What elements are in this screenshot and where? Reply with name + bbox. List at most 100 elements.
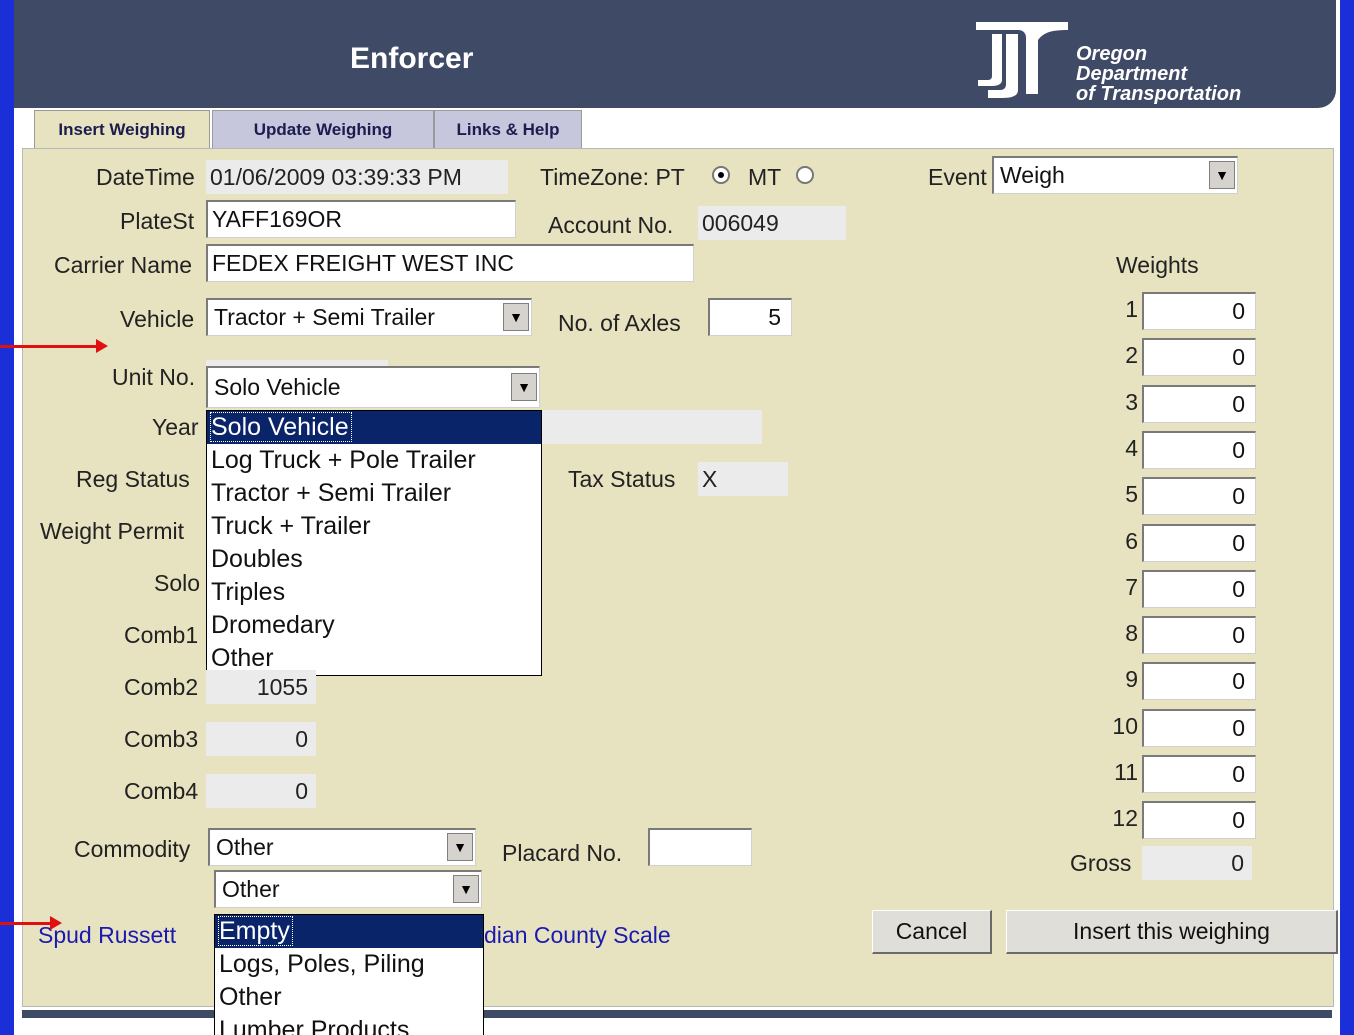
odot-logo-icon (976, 22, 1068, 98)
tab-insert-weighing[interactable]: Insert Weighing (34, 110, 210, 151)
chevron-down-icon[interactable]: ▼ (503, 303, 529, 331)
weight-input[interactable]: 0 (1142, 292, 1256, 330)
unit-select-value: Solo Vehicle (214, 374, 341, 400)
tab-update-weighing[interactable]: Update Weighing (212, 110, 434, 150)
org-name: Oregon Department of Transportation (1076, 44, 1241, 104)
comb3-value: 0 (206, 722, 316, 756)
weight-axle-label: 11 (1114, 759, 1138, 785)
comb2-label: Comb2 (124, 674, 199, 700)
commodity-option[interactable]: Empty (215, 915, 483, 948)
datetime-label: DateTime (96, 164, 195, 190)
weight-axle-label: 8 (1125, 620, 1138, 646)
account-value: 006049 (698, 206, 846, 240)
comb4-value: 0 (206, 774, 316, 808)
weight-input[interactable]: 0 (1142, 431, 1256, 469)
org-line-1: Oregon (1076, 43, 1148, 65)
platest-input[interactable]: YAFF169OR (206, 200, 516, 238)
chevron-down-icon[interactable]: ▼ (453, 875, 479, 903)
year-value (542, 410, 762, 444)
gross-label: Gross (1070, 850, 1132, 876)
unit-option[interactable]: Solo Vehicle (207, 411, 541, 444)
commodity-select-value: Other (216, 834, 274, 860)
chevron-down-icon[interactable]: ▼ (511, 373, 537, 401)
axles-input[interactable]: 5 (708, 298, 792, 336)
weight-input[interactable]: 0 (1142, 524, 1256, 562)
weight-input[interactable]: 0 (1142, 616, 1256, 654)
weight-input[interactable]: 0 (1142, 709, 1256, 747)
comb4-label: Comb4 (124, 778, 199, 804)
commodity-option[interactable]: Logs, Poles, Piling (215, 948, 483, 981)
app-header: Enforcer Oregon Department of Transporta… (14, 0, 1336, 108)
weight-input[interactable]: 0 (1142, 662, 1256, 700)
org-line-3: of Transportation (1076, 83, 1242, 105)
placard-input[interactable] (648, 828, 752, 866)
tz-pt-radio[interactable] (712, 166, 730, 184)
chevron-down-icon[interactable]: ▼ (1209, 161, 1235, 189)
insert-weighing-button[interactable]: Insert this weighing (1006, 910, 1338, 954)
unit-label: Unit No. (112, 364, 196, 390)
unit-select[interactable]: Solo Vehicle ▼ (206, 366, 540, 408)
weight-input[interactable]: 0 (1142, 385, 1256, 423)
weight-permit-label: Weight Permit (40, 518, 185, 544)
annotation-arrow (0, 339, 108, 353)
weight-input[interactable]: 0 (1142, 801, 1256, 839)
unit-option[interactable]: Truck + Trailer (207, 510, 541, 543)
weight-axle-label: 2 (1125, 342, 1138, 368)
event-select-value: Weigh (1000, 162, 1065, 188)
unit-option[interactable]: Dromedary (207, 609, 541, 642)
org-line-2: Department (1076, 63, 1188, 85)
tz-mt-radio[interactable] (796, 166, 814, 184)
carrier-input[interactable]: FEDEX FREIGHT WEST INC (206, 244, 694, 282)
weight-input[interactable]: 0 (1142, 338, 1256, 376)
cancel-button[interactable]: Cancel (872, 910, 992, 954)
vehicle-select-value: Tractor + Semi Trailer (214, 304, 435, 330)
commodity-sub-select[interactable]: Other ▼ (214, 870, 482, 908)
unit-option[interactable]: Doubles (207, 543, 541, 576)
tz-mt-label: MT (748, 164, 782, 190)
weight-axle-label: 7 (1125, 574, 1138, 600)
axles-label: No. of Axles (558, 310, 681, 336)
commodity-sub-select-value: Other (222, 876, 280, 902)
account-label: Account No. (548, 212, 674, 238)
event-label: Event (928, 164, 987, 190)
scale-link[interactable]: dian County Scale (484, 922, 671, 949)
unit-option[interactable]: Log Truck + Pole Trailer (207, 444, 541, 477)
unit-dropdown-list: Solo Vehicle Log Truck + Pole Trailer Tr… (206, 410, 542, 676)
datetime-value: 01/06/2009 03:39:33 PM (206, 160, 508, 194)
weight-axle-label: 3 (1125, 389, 1138, 415)
comb3-label: Comb3 (124, 726, 199, 752)
weight-axle-label: 12 (1112, 805, 1138, 831)
tax-status-value: X (698, 462, 788, 496)
carrier-label: Carrier Name (54, 252, 193, 278)
vehicle-select[interactable]: Tractor + Semi Trailer ▼ (206, 298, 532, 336)
weight-axle-label: 1 (1125, 296, 1138, 322)
year-label: Year (152, 414, 199, 440)
weights-title: Weights (1116, 252, 1199, 278)
tax-status-label: Tax Status (568, 466, 676, 492)
unit-option[interactable]: Triples (207, 576, 541, 609)
placard-label: Placard No. (502, 840, 623, 866)
annotation-arrow (0, 916, 62, 930)
unit-option[interactable]: Tractor + Semi Trailer (207, 477, 541, 510)
timezone-label: TimeZone: PT (540, 164, 685, 190)
weight-axle-label: 6 (1125, 528, 1138, 554)
platest-label: PlateSt (120, 208, 195, 234)
commodity-option[interactable]: Lumber Products (215, 1014, 483, 1035)
tab-links-help[interactable]: Links & Help (434, 110, 582, 150)
commodity-label: Commodity (74, 836, 191, 862)
weight-input[interactable]: 0 (1142, 477, 1256, 515)
app-title: Enforcer (350, 42, 474, 75)
reg-status-label: Reg Status (76, 466, 190, 492)
comb2-value: 1055 (206, 670, 316, 704)
weight-input[interactable]: 0 (1142, 755, 1256, 793)
weight-axle-label: 9 (1125, 666, 1138, 692)
chevron-down-icon[interactable]: ▼ (447, 833, 473, 861)
weight-input[interactable]: 0 (1142, 570, 1256, 608)
event-select[interactable]: Weigh ▼ (992, 156, 1238, 194)
weight-axle-label: 4 (1125, 435, 1138, 461)
solo-label: Solo (154, 570, 201, 596)
commodity-select[interactable]: Other ▼ (208, 828, 476, 866)
commodity-dropdown-list: Empty Logs, Poles, Piling Other Lumber P… (214, 914, 484, 1035)
commodity-option[interactable]: Other (215, 981, 483, 1014)
weight-axle-label: 5 (1125, 481, 1138, 507)
